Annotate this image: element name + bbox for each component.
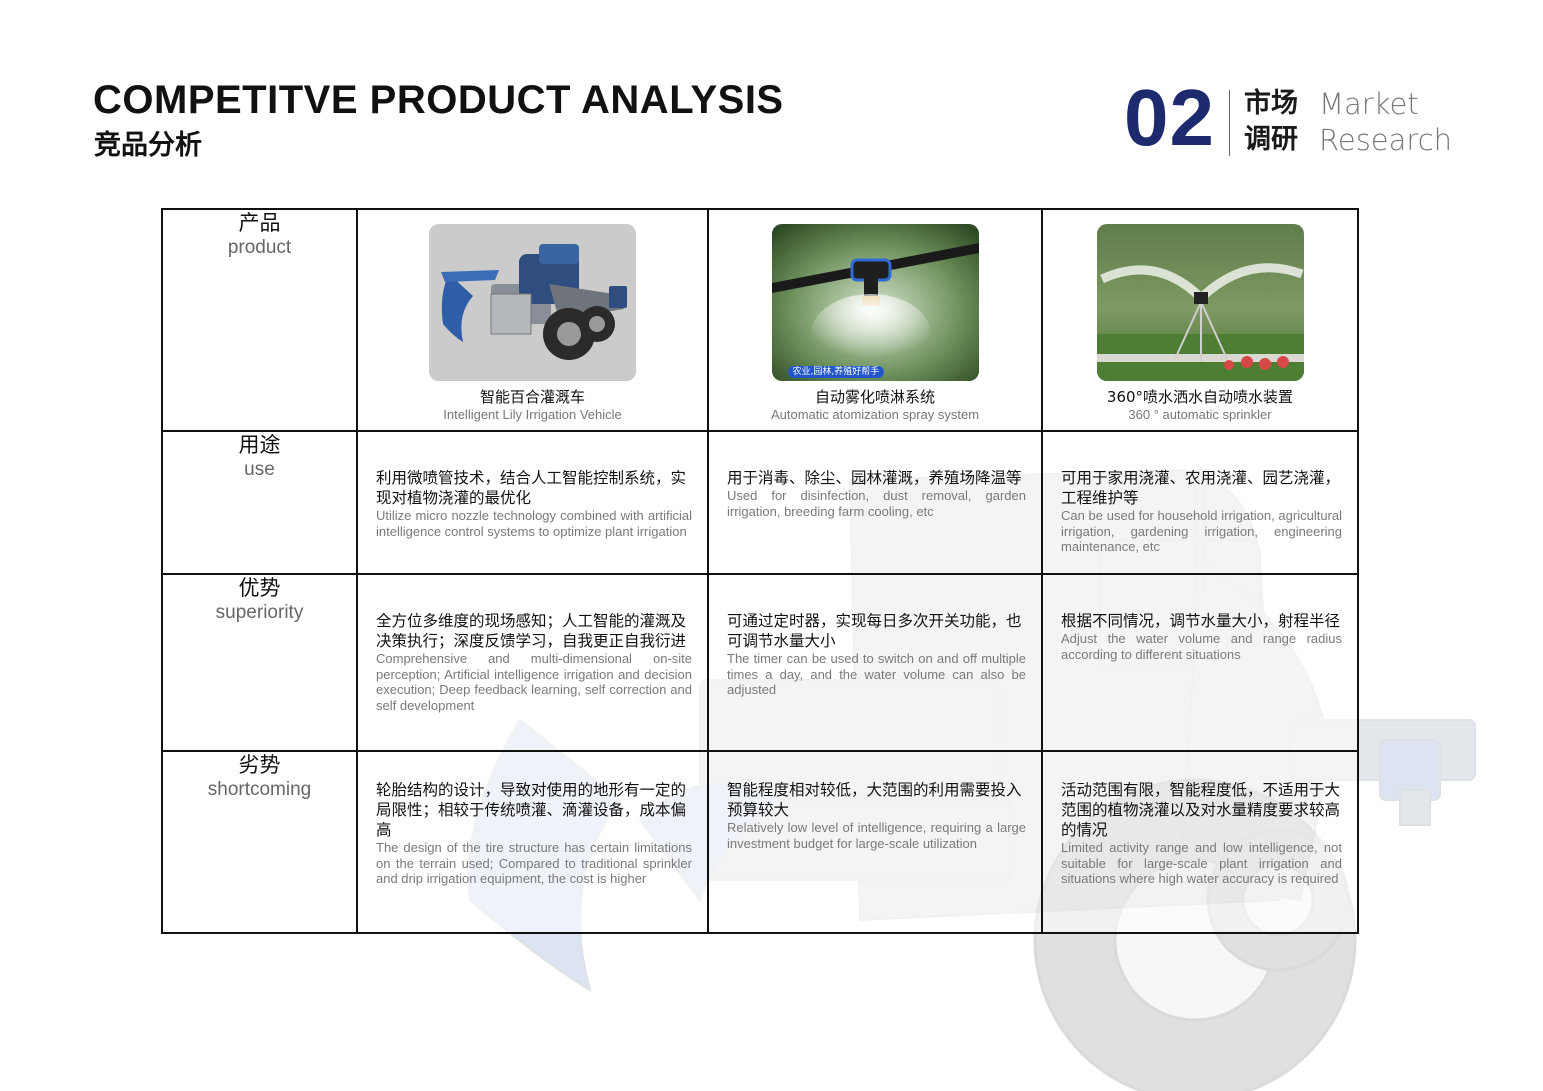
section-label-cn-line1: 市场 [1244, 88, 1298, 119]
product-name-cn: 360°喷水洒水自动喷水装置 [1106, 388, 1294, 406]
cell-text-en: Used for disinfection, dust removal, gar… [727, 488, 1026, 519]
product-name-en: 360 ° automatic sprinkler [1128, 407, 1272, 422]
cell-text-cn: 智能程度相对较低，大范围的利用需要投入预算较大 [727, 781, 1022, 819]
product-name-cn: 自动雾化喷淋系统 [814, 388, 935, 406]
section-badge: 02 市场 调研 Market Research [1124, 73, 1464, 164]
superiority-cell-3: 根据不同情况，调节水量大小，射程半径 Adjust the water volu… [1041, 573, 1359, 752]
table-row-product: 产品 product 智能百合灌溉车 Intelligent Lily Irri… [161, 208, 1359, 432]
page-title-en: COMPETITVE PRODUCT ANALYSIS [93, 78, 784, 122]
cell-text-en: Adjust the water volume and range radius… [1061, 631, 1342, 662]
shortcoming-cell-3: 活动范围有限，智能程度低，不适用于大范围的植物浇灌以及对水量精度要求较高的情况 … [1041, 750, 1359, 934]
row-header-en: use [244, 459, 275, 480]
shortcoming-cell-1: 轮胎结构的设计，导致对使用的地形有一定的局限性；相较于传统喷灌、滴灌设备，成本偏… [356, 750, 709, 934]
cell-text-en: Limited activity range and low intellige… [1061, 840, 1342, 886]
product-name-en: Automatic atomization spray system [770, 407, 980, 422]
product-image-irrigation-vehicle [429, 224, 636, 381]
superiority-cell-2: 可通过定时器，实现每日多次开关功能，也可调节水量大小 The timer can… [707, 573, 1043, 752]
product-name-en: Intelligent Lily Irrigation Vehicle [443, 407, 622, 422]
cell-text-cn: 可通过定时器，实现每日多次开关功能，也可调节水量大小 [727, 612, 1022, 650]
row-header-cn: 劣势 [238, 753, 281, 777]
section-label-en-line2: Research [1319, 123, 1453, 157]
section-label-cn-line2: 调研 [1244, 124, 1298, 155]
product-cell-2: 农业,园林,养殖好帮手 自动雾化喷淋系统 Automatic atomizati… [707, 208, 1043, 432]
cell-text-en: Can be used for household irrigation, ag… [1061, 508, 1342, 554]
product-image-sprinkler [1096, 224, 1304, 381]
row-header-cn: 用途 [238, 433, 281, 457]
table-row-shortcoming: 劣势 shortcoming 轮胎结构的设计，导致对使用的地形有一定的局限性；相… [161, 750, 1359, 934]
page-title-cn: 竞品分析 [94, 130, 202, 161]
row-header-cn: 优势 [238, 576, 281, 600]
comparison-table: 产品 product 智能百合灌溉车 Intelligent Lily Irri… [161, 208, 1359, 934]
section-label-cn: 市场 调研 [1244, 86, 1298, 158]
section-number: 02 [1124, 73, 1215, 162]
row-header-en: shortcoming [207, 779, 312, 800]
row-header-en: superiority [215, 602, 304, 623]
product-image-tag: 农业,园林,养殖好帮手 [787, 366, 885, 378]
section-divider [1229, 90, 1230, 156]
section-label-en-line1: Market [1319, 87, 1419, 121]
cell-text-en: The timer can be used to switch on and o… [727, 651, 1026, 697]
cell-text-en: Relatively low level of intelligence, re… [727, 820, 1026, 851]
table-row-superiority: 优势 superiority 全方位多维度的现场感知；人工智能的灌溉及决策执行；… [161, 573, 1359, 752]
cell-text-cn: 根据不同情况，调节水量大小，射程半径 [1061, 612, 1341, 630]
row-header-en: product [227, 237, 292, 258]
row-header-superiority: 优势 superiority [161, 573, 358, 752]
cell-text-en: Comprehensive and multi-dimensional on-s… [376, 651, 692, 713]
use-cell-1: 利用微喷管技术，结合人工智能控制系统，实现对植物浇灌的最优化 Utilize m… [356, 430, 709, 575]
cell-text-cn: 全方位多维度的现场感知；人工智能的灌溉及决策执行；深度反馈学习，自我更正自我衍进 [376, 612, 687, 650]
cell-text-cn: 利用微喷管技术，结合人工智能控制系统，实现对植物浇灌的最优化 [376, 469, 687, 507]
row-header-product: 产品 product [161, 208, 358, 432]
product-cell-1: 智能百合灌溉车 Intelligent Lily Irrigation Vehi… [356, 208, 709, 432]
section-label-en: Market Research [1319, 86, 1452, 158]
cell-text-en: The design of the tire structure has cer… [376, 840, 692, 886]
cell-text-cn: 轮胎结构的设计，导致对使用的地形有一定的局限性；相较于传统喷灌、滴灌设备，成本偏… [376, 781, 687, 839]
shortcoming-cell-2: 智能程度相对较低，大范围的利用需要投入预算较大 Relatively low l… [707, 750, 1043, 934]
use-cell-3: 可用于家用浇灌、农用浇灌、园艺浇灌，工程维护等 Can be used for … [1041, 430, 1359, 575]
cell-text-en: Utilize micro nozzle technology combined… [376, 508, 692, 539]
superiority-cell-1: 全方位多维度的现场感知；人工智能的灌溉及决策执行；深度反馈学习，自我更正自我衍进… [356, 573, 709, 752]
cell-text-cn: 用于消毒、除尘、园林灌溉，养殖场降温等 [727, 469, 1022, 487]
product-name-cn: 智能百合灌溉车 [479, 388, 585, 406]
cell-text-cn: 可用于家用浇灌、农用浇灌、园艺浇灌，工程维护等 [1061, 469, 1341, 507]
table-row-use: 用途 use 利用微喷管技术，结合人工智能控制系统，实现对植物浇灌的最优化 Ut… [161, 430, 1359, 575]
cell-text-cn: 活动范围有限，智能程度低，不适用于大范围的植物浇灌以及对水量精度要求较高的情况 [1061, 781, 1341, 839]
row-header-use: 用途 use [161, 430, 358, 575]
use-cell-2: 用于消毒、除尘、园林灌溉，养殖场降温等 Used for disinfectio… [707, 430, 1043, 575]
product-cell-3: 360°喷水洒水自动喷水装置 360 ° automatic sprinkler [1041, 208, 1359, 432]
product-image-mist-spray: 农业,园林,养殖好帮手 [771, 224, 979, 381]
row-header-shortcoming: 劣势 shortcoming [161, 750, 358, 934]
row-header-cn: 产品 [238, 211, 281, 235]
